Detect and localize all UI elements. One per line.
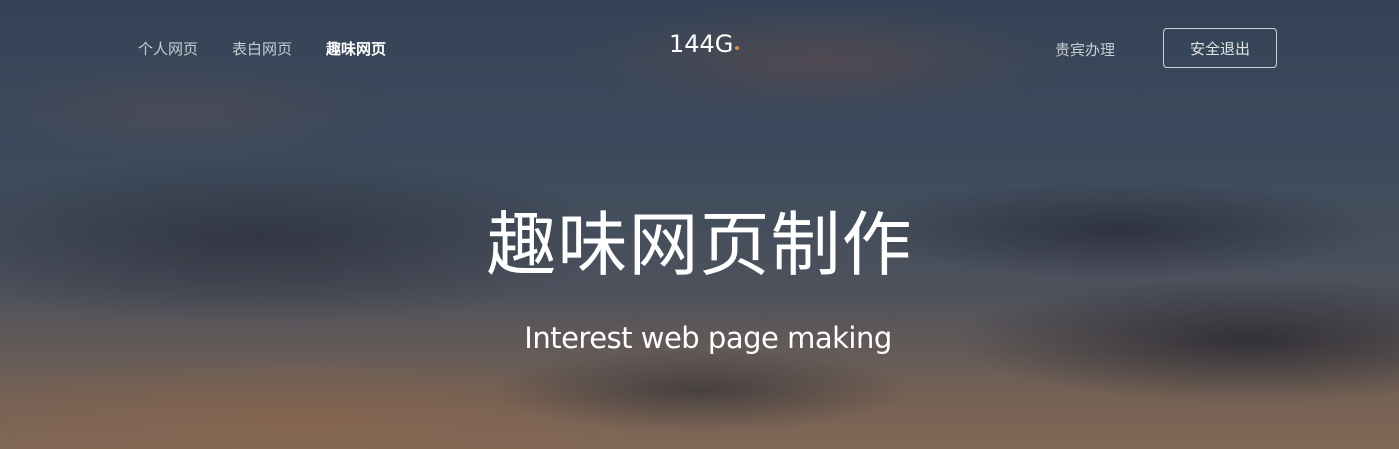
vip-registration-link[interactable]: 贵宾办理 xyxy=(1055,39,1115,60)
logo-dot xyxy=(735,46,740,50)
nav-link-personal-pages[interactable]: 个人网页 xyxy=(138,38,198,59)
logo-text: 144G xyxy=(669,30,734,58)
hero-subtitle: Interest web page making xyxy=(524,321,892,355)
main-nav: 个人网页 表白网页 趣味网页 xyxy=(138,38,386,59)
nav-link-fun-pages[interactable]: 趣味网页 xyxy=(326,38,386,59)
site-logo[interactable]: 144G xyxy=(669,30,740,58)
hero-title: 趣味网页制作 xyxy=(486,204,913,286)
logout-button[interactable]: 安全退出 xyxy=(1163,28,1277,68)
nav-link-confession-pages[interactable]: 表白网页 xyxy=(232,38,292,59)
